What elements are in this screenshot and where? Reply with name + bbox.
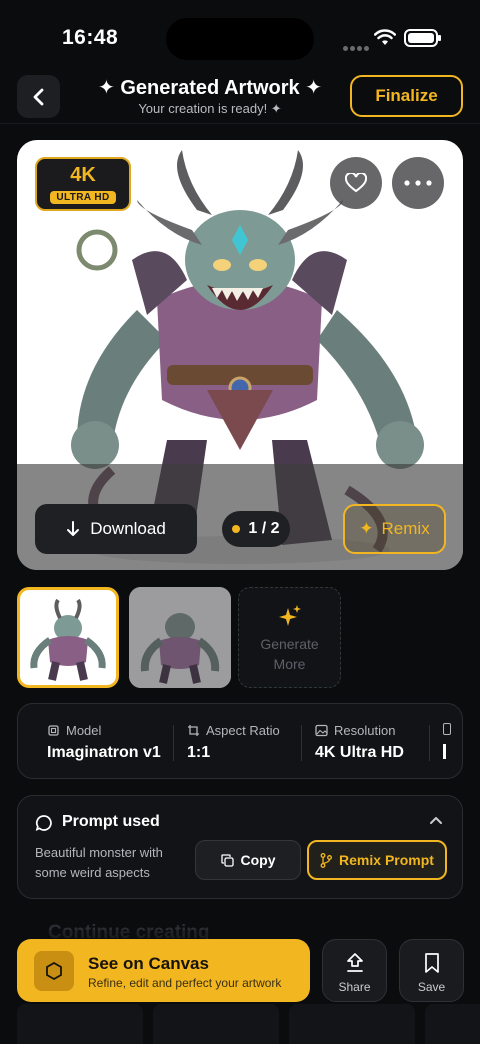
finalize-button[interactable]: Finalize: [350, 75, 463, 117]
dynamic-island: [166, 18, 314, 60]
generate-more-label-line1: Generate: [260, 636, 319, 652]
thumbnail-1-selected[interactable]: [17, 587, 119, 688]
copy-label: Copy: [240, 852, 276, 868]
sparkle-icon: ✦: [359, 519, 374, 538]
copy-icon: [220, 853, 234, 867]
canvas-title: See on Canvas: [88, 954, 209, 973]
badge-4k-text: 4K: [70, 164, 96, 186]
status-bar: 16:48: [0, 0, 480, 62]
prompt-text: Beautiful monster with some weird aspect…: [35, 845, 163, 880]
remix-prompt-button[interactable]: Remix Prompt: [307, 840, 447, 880]
artwork-card[interactable]: 4K ULTRA HD Download 1 / 2 ✦ Remix: [17, 140, 463, 570]
more-options-button[interactable]: [392, 157, 444, 209]
page-subtitle: Your creation is ready! ✦: [138, 101, 282, 116]
detail-resolution-key: Resolution: [334, 723, 396, 738]
share-icon: [346, 953, 363, 972]
chevron-left-icon: [33, 88, 43, 105]
detail-model: Model Imaginatron v1: [35, 704, 185, 778]
wifi-icon: [374, 29, 396, 45]
prompt-title: Prompt used: [62, 813, 160, 830]
detail-overflow-partial: [431, 704, 462, 778]
cellular-signal-icon: [343, 38, 371, 56]
back-button[interactable]: [17, 75, 60, 118]
detail-aspect-ratio-key: Aspect Ratio: [206, 723, 280, 738]
see-on-canvas-button[interactable]: See on Canvas Refine, edit and perfect y…: [17, 939, 310, 1002]
page-title: ✦ Generated Artwork ✦: [98, 77, 322, 99]
detail-resolution-value: 4K Ultra HD: [315, 744, 404, 761]
save-button[interactable]: Save: [399, 939, 464, 1002]
generation-details-panel[interactable]: Model Imaginatron v1 Aspect Ratio 1:1 Re…: [17, 703, 463, 779]
bookmark-icon: [424, 953, 439, 973]
detail-aspect-ratio: Aspect Ratio 1:1: [175, 704, 300, 778]
download-label: Download: [90, 519, 166, 538]
crop-icon: [188, 725, 199, 736]
canvas-subtitle: Refine, edit and perfect your artwork: [88, 976, 282, 990]
speech-bubble-icon: [35, 815, 52, 831]
branch-icon: [320, 852, 332, 868]
detail-model-value: Imaginatron v1: [47, 744, 161, 761]
header-divider: [0, 123, 480, 124]
remix-prompt-label: Remix Prompt: [339, 852, 434, 868]
detail-divider: [301, 725, 302, 761]
detail-model-key: Model: [66, 723, 102, 738]
chip-icon: [48, 725, 59, 736]
download-button[interactable]: Download: [35, 504, 197, 554]
resolution-badge: 4K ULTRA HD: [35, 157, 131, 211]
chevron-up-icon[interactable]: [428, 814, 444, 826]
favorite-button[interactable]: [330, 157, 382, 209]
image-pager: 1 / 2: [222, 511, 290, 547]
pager-text: 1 / 2: [248, 520, 280, 537]
remix-button[interactable]: ✦ Remix: [343, 504, 446, 554]
save-label: Save: [417, 980, 446, 994]
generate-more-button[interactable]: Generate More: [238, 587, 341, 688]
battery-icon: [404, 29, 441, 47]
image-icon: [315, 724, 328, 737]
pager-dot: [232, 525, 241, 533]
badge-ultra-hd-text: ULTRA HD: [50, 191, 116, 204]
remix-label: Remix: [381, 519, 430, 538]
status-time: 16:48: [62, 26, 119, 49]
heart-icon: [345, 173, 367, 193]
share-label: Share: [338, 980, 371, 994]
download-arrow-icon: [67, 521, 80, 536]
copy-prompt-button[interactable]: Copy: [195, 840, 301, 880]
prompt-panel: Prompt used Beautiful monster with some …: [17, 795, 463, 899]
canvas-icon: [34, 951, 74, 991]
detail-resolution: Resolution 4K Ultra HD: [303, 704, 428, 778]
detail-aspect-ratio-value: 1:1: [187, 744, 211, 761]
detail-divider: [429, 725, 430, 761]
detail-divider: [173, 725, 174, 761]
sparkles-icon: [278, 605, 301, 626]
thumbnail-2[interactable]: [129, 587, 231, 688]
monster-thumbnail-image: [30, 598, 106, 681]
share-button[interactable]: Share: [322, 939, 387, 1002]
suggestion-tiles-partial: [0, 1004, 480, 1044]
ellipsis-icon: [404, 180, 432, 186]
monster-thumbnail-image: [129, 587, 231, 688]
generate-more-label-line2: More: [273, 656, 306, 672]
